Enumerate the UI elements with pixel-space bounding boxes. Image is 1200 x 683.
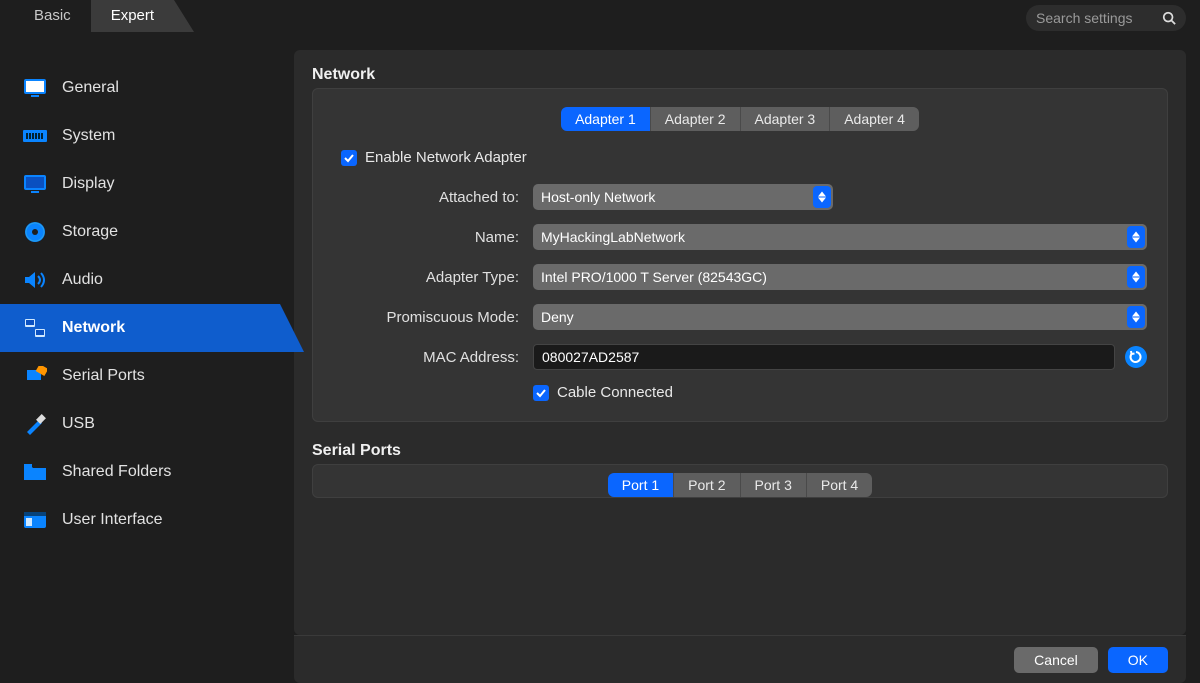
select-arrows-icon: [813, 186, 831, 208]
storage-icon: [22, 221, 48, 243]
tab-adapter-3[interactable]: Adapter 3: [741, 107, 831, 131]
sidebar-item-usb[interactable]: USB: [0, 400, 280, 448]
tab-adapter-4[interactable]: Adapter 4: [830, 107, 919, 131]
sidebar-item-label: Audio: [62, 271, 103, 289]
sidebar-item-general[interactable]: General: [0, 64, 280, 112]
folders-icon: [22, 461, 48, 483]
sidebar-item-label: Shared Folders: [62, 463, 171, 481]
adapter-type-label: Adapter Type:: [333, 269, 533, 286]
general-icon: [22, 77, 48, 99]
cable-connected-label: Cable Connected: [557, 384, 673, 401]
cable-connected-checkbox[interactable]: [533, 385, 549, 401]
network-title: Network: [312, 66, 1168, 84]
sidebar-item-label: User Interface: [62, 511, 162, 529]
name-select[interactable]: MyHackingLabNetwork: [533, 224, 1147, 250]
adapter-type-select[interactable]: Intel PRO/1000 T Server (82543GC): [533, 264, 1147, 290]
sidebar-item-audio[interactable]: Audio: [0, 256, 280, 304]
select-arrows-icon: [1127, 306, 1145, 328]
sidebar-item-storage[interactable]: Storage: [0, 208, 280, 256]
tab-port-3[interactable]: Port 3: [741, 473, 807, 497]
sidebar-item-serial-ports[interactable]: Serial Ports: [0, 352, 280, 400]
tab-port-1[interactable]: Port 1: [608, 473, 674, 497]
serial-icon: [22, 365, 48, 387]
ok-button[interactable]: OK: [1108, 647, 1168, 673]
enable-adapter-checkbox[interactable]: [341, 150, 357, 166]
serial-section: Serial Ports Port 1 Port 2 Port 3 Port 4: [312, 442, 1168, 498]
display-icon: [22, 173, 48, 195]
footer: Cancel OK: [294, 635, 1186, 683]
content-area: Network Adapter 1 Adapter 2 Adapter 3 Ad…: [294, 50, 1186, 635]
promiscuous-label: Promiscuous Mode:: [333, 309, 533, 326]
network-icon: [22, 317, 48, 339]
refresh-icon: [1129, 350, 1143, 364]
sidebar-item-label: Network: [62, 319, 125, 337]
search-placeholder: Search settings: [1036, 10, 1162, 26]
sidebar-item-label: USB: [62, 415, 95, 433]
sidebar-item-label: Storage: [62, 223, 118, 241]
enable-adapter-label: Enable Network Adapter: [365, 149, 527, 166]
tab-port-4[interactable]: Port 4: [807, 473, 872, 497]
port-tabs: Port 1 Port 2 Port 3 Port 4: [333, 473, 1147, 497]
sidebar-item-label: General: [62, 79, 119, 97]
audio-icon: [22, 269, 48, 291]
serial-panel: Port 1 Port 2 Port 3 Port 4: [312, 464, 1168, 498]
network-section: Network Adapter 1 Adapter 2 Adapter 3 Ad…: [312, 66, 1168, 422]
ui-icon: [22, 509, 48, 531]
search-input[interactable]: Search settings: [1026, 5, 1186, 31]
sidebar-item-display[interactable]: Display: [0, 160, 280, 208]
usb-icon: [22, 413, 48, 435]
sidebar-item-label: System: [62, 127, 115, 145]
select-arrows-icon: [1127, 226, 1145, 248]
sidebar-item-label: Serial Ports: [62, 367, 145, 385]
tab-adapter-1[interactable]: Adapter 1: [561, 107, 651, 131]
cancel-button[interactable]: Cancel: [1014, 647, 1098, 673]
name-label: Name:: [333, 229, 533, 246]
serial-title: Serial Ports: [312, 442, 1168, 460]
select-arrows-icon: [1127, 266, 1145, 288]
mode-tabs: Basic Expert: [14, 0, 174, 36]
mode-tab-expert[interactable]: Expert: [91, 0, 174, 32]
sidebar-item-system[interactable]: System: [0, 112, 280, 160]
sidebar: General System Display Storage: [0, 36, 280, 683]
sidebar-item-network[interactable]: Network: [0, 304, 280, 352]
adapter-tabs: Adapter 1 Adapter 2 Adapter 3 Adapter 4: [333, 107, 1147, 131]
promiscuous-select[interactable]: Deny: [533, 304, 1147, 330]
network-panel: Adapter 1 Adapter 2 Adapter 3 Adapter 4 …: [312, 88, 1168, 422]
mac-refresh-button[interactable]: [1125, 346, 1147, 368]
search-icon: [1162, 11, 1176, 25]
sidebar-item-label: Display: [62, 175, 114, 193]
tab-adapter-2[interactable]: Adapter 2: [651, 107, 741, 131]
attached-to-select[interactable]: Host-only Network: [533, 184, 833, 210]
mac-label: MAC Address:: [333, 349, 533, 366]
mac-input[interactable]: 080027AD2587: [533, 344, 1115, 370]
attached-to-label: Attached to:: [333, 189, 533, 206]
top-bar: Basic Expert Search settings: [0, 0, 1200, 36]
tab-port-2[interactable]: Port 2: [674, 473, 740, 497]
sidebar-item-shared-folders[interactable]: Shared Folders: [0, 448, 280, 496]
system-icon: [22, 125, 48, 147]
sidebar-item-user-interface[interactable]: User Interface: [0, 496, 280, 544]
mode-tab-basic[interactable]: Basic: [14, 0, 91, 32]
